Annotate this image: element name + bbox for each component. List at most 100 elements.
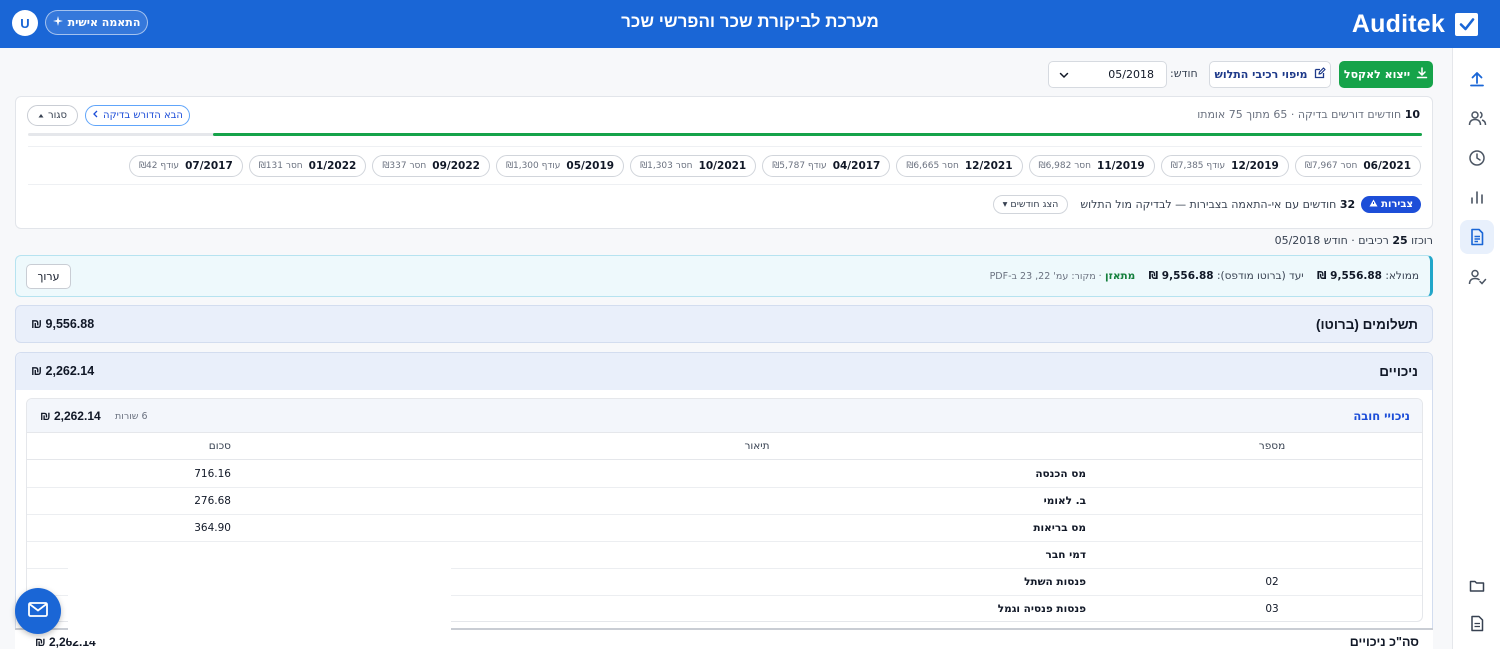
clock-icon[interactable] bbox=[1460, 141, 1494, 175]
review-summary: 10 חודשים דורשים בדיקה · 65 מתוך 75 אומת… bbox=[1197, 108, 1420, 121]
month-chip[interactable]: 12/2019 עודף ₪7,385 bbox=[1160, 155, 1289, 177]
column-amount: סכום bbox=[208, 440, 231, 452]
table-header: מספר תיאור סכום bbox=[27, 433, 1422, 460]
close-review-button[interactable]: סגור bbox=[27, 105, 78, 126]
file-icon[interactable] bbox=[1460, 606, 1494, 640]
month-select[interactable]: 05/2018 bbox=[1048, 61, 1167, 88]
brand-name: Auditek bbox=[1351, 9, 1445, 38]
caret-up-icon bbox=[38, 110, 44, 121]
blank-overlay bbox=[68, 567, 451, 641]
column-description: תיאור bbox=[744, 440, 770, 452]
chip-month: 10/2021 bbox=[698, 160, 747, 172]
filled-label: ממולא: bbox=[1385, 270, 1419, 282]
upload-icon[interactable] bbox=[1460, 62, 1494, 96]
review-summary-text: חודשים דורשים בדיקה · 65 מתוך 75 אומתו bbox=[1197, 108, 1402, 121]
mandatory-deductions-header[interactable]: ניכויי חובה 6 שורות 2,262.14 ₪ bbox=[27, 399, 1422, 433]
download-icon bbox=[1416, 67, 1428, 82]
accumulation-badge: צבירות bbox=[1361, 196, 1421, 213]
accumulation-count: 32 bbox=[1339, 198, 1356, 211]
divider bbox=[28, 146, 1422, 147]
chip-note: חסר ₪1,303 bbox=[640, 161, 693, 171]
table-row[interactable]: דמי חבר bbox=[27, 542, 1422, 569]
row-number: 02 bbox=[1265, 576, 1279, 588]
month-label: חודש: bbox=[1170, 67, 1198, 80]
table-row[interactable]: מס בריאות 364.90 bbox=[27, 515, 1422, 542]
accumulation-description: חודשים עם אי-התאמה בצבירות — לבדיקה מול … bbox=[1080, 198, 1337, 211]
components-suffix: רכיבים · חודש 05/2018 bbox=[1274, 234, 1389, 247]
folder-icon[interactable] bbox=[1460, 569, 1494, 603]
month-chip[interactable]: 09/2022 חסר ₪337 bbox=[372, 155, 490, 177]
chip-note: עודף ₪5,787 bbox=[772, 161, 827, 171]
chip-month: 12/2021 bbox=[964, 160, 1013, 172]
sparkle-icon bbox=[52, 16, 63, 29]
review-count: 10 bbox=[1404, 108, 1420, 121]
mail-icon bbox=[28, 602, 48, 620]
table-row[interactable]: ב. לאומי 276.68 bbox=[27, 488, 1422, 515]
components-count: 25 bbox=[1392, 234, 1408, 247]
row-description: מס הכנסה bbox=[1035, 468, 1086, 480]
chevron-left-icon bbox=[92, 110, 99, 121]
month-chip[interactable]: 11/2019 חסר ₪6,982 bbox=[1028, 155, 1155, 177]
chip-month: 01/2022 bbox=[308, 160, 357, 172]
bar-chart-icon[interactable] bbox=[1460, 180, 1494, 214]
chip-month: 09/2022 bbox=[432, 160, 480, 172]
document-icon[interactable] bbox=[1460, 220, 1494, 254]
next-to-review-label: הבא הדורש בדיקה bbox=[103, 110, 183, 121]
month-chip[interactable]: 12/2021 חסר ₪6,665 bbox=[896, 155, 1023, 177]
row-description: ב. לאומי bbox=[1043, 495, 1086, 507]
user-check-icon[interactable] bbox=[1460, 260, 1494, 294]
export-excel-label: ייצוא לאקסל bbox=[1343, 68, 1411, 81]
mandatory-deductions-total: 2,262.14 ₪ bbox=[40, 409, 101, 423]
deductions-header[interactable]: ניכויים 2,262.14 ₪ bbox=[16, 353, 1432, 390]
chevron-down-icon bbox=[1058, 69, 1070, 84]
chip-note: חסר ₪7,967 bbox=[1304, 161, 1358, 171]
next-to-review-button[interactable]: הבא הדורש בדיקה bbox=[85, 105, 190, 126]
edit-button[interactable]: ערוך bbox=[26, 264, 71, 289]
chip-month: 06/2021 bbox=[1363, 160, 1411, 172]
personalize-button[interactable]: התאמה אישית bbox=[45, 10, 148, 35]
row-amount: 716.16 bbox=[194, 468, 231, 480]
chip-month: 07/2017 bbox=[185, 160, 233, 172]
month-chip[interactable]: 01/2022 חסר ₪131 bbox=[248, 155, 367, 177]
source-note: · מקור: עמ' 22, 23 ב-PDF bbox=[989, 271, 1102, 282]
payments-section[interactable]: תשלומים (ברוטו) 9,556.88 ₪ bbox=[15, 305, 1433, 343]
month-chip[interactable]: 10/2021 חסר ₪1,303 bbox=[630, 155, 757, 177]
month-chip[interactable]: 04/2017 עודף ₪5,787 bbox=[762, 155, 891, 177]
chip-note: חסר ₪131 bbox=[258, 161, 303, 171]
show-months-label: הצג חודשים bbox=[1010, 199, 1059, 210]
accumulation-badge-label: צבירות bbox=[1381, 199, 1413, 210]
target-value: 9,556.88 ₪ bbox=[1148, 270, 1214, 282]
chip-month: 12/2019 bbox=[1231, 160, 1279, 172]
chip-note: עודף ₪1,300 bbox=[505, 161, 561, 171]
avatar[interactable]: U bbox=[12, 10, 38, 36]
row-description: פנסות פנסיה וגמל bbox=[997, 603, 1086, 615]
caret-down-icon: ▾ bbox=[1002, 199, 1008, 210]
month-chip[interactable]: 06/2021 חסר ₪7,967 bbox=[1294, 155, 1421, 177]
users-icon[interactable] bbox=[1460, 101, 1494, 135]
row-number: 03 bbox=[1265, 603, 1279, 615]
close-review-label: סגור bbox=[48, 110, 67, 121]
contact-button[interactable] bbox=[15, 588, 61, 634]
row-amount: 276.68 bbox=[194, 495, 231, 507]
column-number: מספר bbox=[1258, 440, 1286, 452]
review-progress-fill bbox=[213, 133, 1422, 136]
divider bbox=[28, 184, 1422, 185]
check-logo-icon bbox=[1455, 12, 1478, 36]
accumulation-text: 32 חודשים עם אי-התאמה בצבירות — לבדיקה מ… bbox=[1080, 198, 1355, 211]
show-months-button[interactable]: הצג חודשים ▾ bbox=[992, 195, 1069, 214]
chip-month: 04/2017 bbox=[832, 160, 881, 172]
payments-total: 9,556.88 ₪ bbox=[31, 317, 95, 331]
export-excel-button[interactable]: ייצוא לאקסל bbox=[1339, 61, 1433, 88]
app-header: Auditek מערכת לביקורת שכר והפרשי שכר התא… bbox=[0, 0, 1500, 48]
map-components-button[interactable]: מיפוי רכיבי התלוש bbox=[1209, 61, 1331, 88]
month-chip[interactable]: 07/2017 עודף ₪42 bbox=[128, 155, 243, 177]
month-value: 05/2018 bbox=[1108, 68, 1154, 81]
table-row[interactable]: מס הכנסה 716.16 bbox=[27, 461, 1422, 488]
deductions-title: ניכויים bbox=[1379, 364, 1418, 379]
chip-note: חסר ₪337 bbox=[382, 161, 427, 171]
month-chip[interactable]: 05/2019 עודף ₪1,300 bbox=[495, 155, 625, 177]
brand-logo[interactable]: Auditek bbox=[1352, 9, 1478, 39]
filled-status-box: ממולא: 9,556.88 ₪ יעד (ברוטו מודפס): 9,5… bbox=[15, 255, 1433, 297]
row-description: פנסות השתל bbox=[1024, 576, 1086, 588]
page-title: מערכת לביקורת שכר והפרשי שכר bbox=[621, 12, 879, 31]
